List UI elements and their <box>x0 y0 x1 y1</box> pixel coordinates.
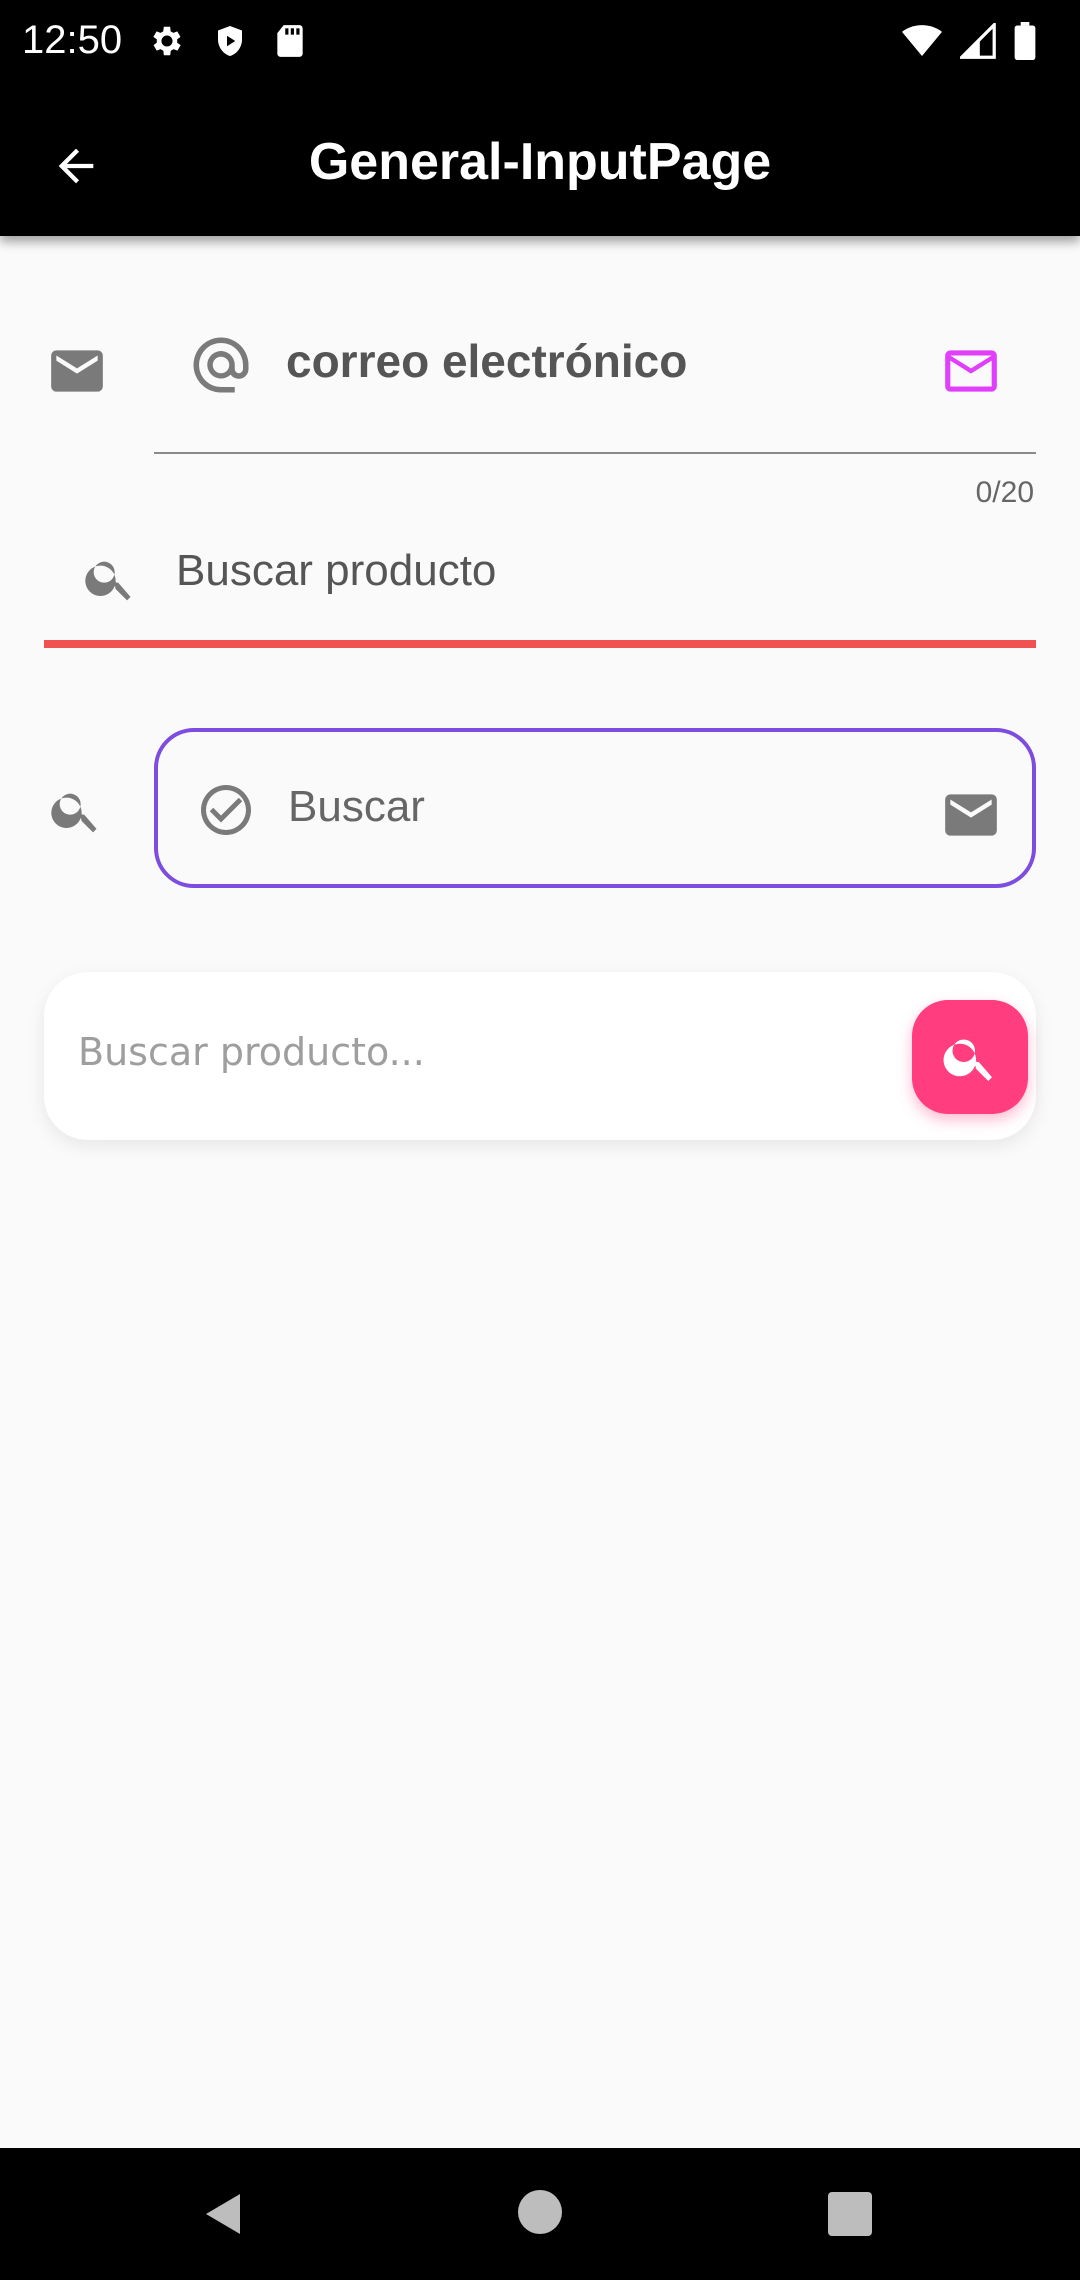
status-time: 12:50 <box>22 18 123 62</box>
app-bar: General-InputPage <box>0 88 1080 236</box>
check-circle-icon <box>201 785 251 835</box>
settings-icon <box>153 26 181 56</box>
status-icons-right <box>902 22 1036 60</box>
email-field-value: correo electrónico <box>286 335 688 387</box>
search-outlined-value: Buscar <box>288 782 425 831</box>
search-product-value: Buscar producto <box>176 546 497 595</box>
mail-outline-icon <box>945 350 997 392</box>
nav-back-icon[interactable] <box>200 2190 248 2238</box>
search-product-underline <box>44 640 1036 648</box>
search-icon <box>943 1039 992 1081</box>
system-nav-bar <box>0 2148 1080 2280</box>
status-icons-left <box>148 22 306 60</box>
search-icon <box>85 561 131 601</box>
wifi-icon <box>902 25 942 56</box>
cell-signal-icon <box>960 23 996 59</box>
search-outlined-field[interactable]: Buscar <box>154 728 1036 888</box>
battery-icon <box>1014 22 1036 60</box>
search-icon <box>51 793 97 833</box>
mail-icon <box>945 794 997 836</box>
search-card: Buscar producto... <box>44 972 1036 1140</box>
nav-recents-icon[interactable] <box>828 2192 872 2236</box>
nav-home-icon[interactable] <box>518 2190 562 2234</box>
search-button[interactable] <box>912 1000 1028 1114</box>
page-title: General-InputPage <box>308 133 772 191</box>
content-area: correo electrónico 0/20 Buscar producto … <box>0 236 1080 2148</box>
email-field-counter: 0/20 <box>975 476 1034 509</box>
email-field-underline <box>154 452 1036 454</box>
mail-icon <box>51 350 103 392</box>
search-card-input[interactable]: Buscar producto... <box>78 1030 425 1074</box>
shield-play-icon <box>218 26 242 56</box>
at-sign-icon <box>193 337 249 393</box>
status-bar: 12:50 <box>0 0 1080 88</box>
sd-card-icon <box>277 25 303 57</box>
phone-screen: 12:50 General-InputPage correo electróni… <box>0 0 1080 2280</box>
